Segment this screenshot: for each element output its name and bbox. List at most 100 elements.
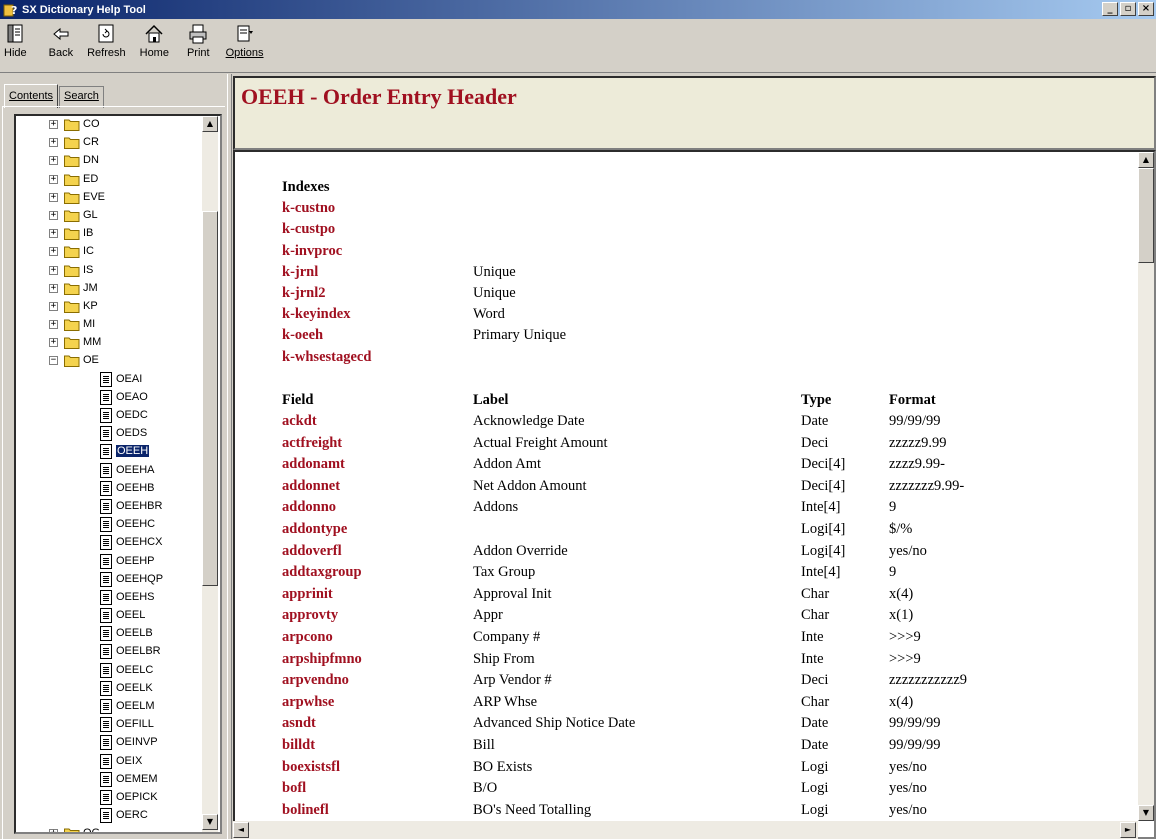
- back-label: Back: [48, 47, 74, 59]
- tree-topic[interactable]: OEAO: [16, 389, 206, 407]
- tree-folder[interactable]: + MM: [16, 334, 206, 352]
- field-format: yes/no: [889, 542, 927, 559]
- expand-icon[interactable]: +: [49, 301, 58, 311]
- index-name: k-jrnl: [282, 263, 319, 280]
- tree-topic[interactable]: OEEHP: [16, 553, 206, 571]
- hide-label: Hide: [4, 47, 27, 59]
- tree-topic[interactable]: OEFILL: [16, 716, 206, 734]
- tree-topic[interactable]: OEAI: [16, 371, 206, 389]
- tree-topic[interactable]: OEPICK: [16, 789, 206, 807]
- tree-topic[interactable]: OEDC: [16, 407, 206, 425]
- expand-icon[interactable]: +: [49, 283, 58, 293]
- expand-icon[interactable]: +: [49, 338, 58, 348]
- tree-folder[interactable]: + IB: [16, 225, 206, 243]
- tree-folder[interactable]: + IC: [16, 243, 206, 261]
- tree-scroll-thumb[interactable]: [202, 211, 218, 586]
- tree-topic[interactable]: OEMEM: [16, 771, 206, 789]
- topic-page-icon: [100, 408, 112, 423]
- expand-icon[interactable]: +: [49, 138, 58, 148]
- index-name: k-oeeh: [282, 327, 324, 344]
- field-name: arpshipfmno: [282, 650, 362, 667]
- folder-icon: [64, 174, 80, 186]
- field-format: zzzzzzzzzzz9: [889, 672, 968, 689]
- maximize-button[interactable]: ▫: [1120, 2, 1136, 16]
- expand-icon[interactable]: +: [49, 229, 58, 239]
- tree-topic[interactable]: OEELB: [16, 625, 206, 643]
- tree-folder[interactable]: + DN: [16, 152, 206, 170]
- expand-icon[interactable]: +: [49, 320, 58, 330]
- collapse-icon[interactable]: −: [49, 356, 58, 366]
- tree-folder[interactable]: + OG: [16, 825, 206, 832]
- expand-icon[interactable]: +: [49, 210, 58, 220]
- tree-topic[interactable]: OEDS: [16, 425, 206, 443]
- tree-topic[interactable]: OEEHS: [16, 589, 206, 607]
- tree-topic[interactable]: OEEHBR: [16, 498, 206, 516]
- content-scroll-down-button[interactable]: ▼: [1138, 805, 1154, 821]
- field-format: zzzzzzz9.99-: [889, 477, 965, 494]
- tree-topic-label: OEEL: [116, 609, 146, 622]
- tree-folder[interactable]: + CO: [16, 116, 206, 134]
- tree-folder[interactable]: − OE: [16, 352, 206, 370]
- tab-contents[interactable]: Contents: [4, 84, 59, 108]
- hide-button[interactable]: Hide: [4, 21, 27, 59]
- tree-topic[interactable]: OEEHCX: [16, 534, 206, 552]
- expand-icon[interactable]: +: [49, 265, 58, 275]
- tree-folder[interactable]: + GL: [16, 207, 206, 225]
- folder-icon: [64, 155, 80, 168]
- expand-icon[interactable]: +: [49, 247, 58, 257]
- expand-icon[interactable]: +: [49, 192, 58, 202]
- tree-topic[interactable]: OEELBR: [16, 643, 206, 661]
- close-button[interactable]: ×: [1138, 2, 1154, 16]
- tree-topic[interactable]: OEEH: [16, 443, 206, 461]
- tree-folder[interactable]: + EVE: [16, 189, 206, 207]
- tree-topic[interactable]: OEINVP: [16, 734, 206, 752]
- topic-page-icon: [100, 699, 112, 714]
- field-name: asndt: [282, 715, 316, 732]
- tree-scrollbar[interactable]: ▲ ▼: [202, 116, 218, 832]
- expand-icon[interactable]: +: [49, 120, 58, 129]
- tree-folder[interactable]: + CR: [16, 134, 206, 152]
- tree-folder-label: EVE: [83, 190, 106, 203]
- content-scrollbar[interactable]: ▲ ▼: [1138, 152, 1154, 821]
- field-type: Logi[4]: [801, 542, 846, 559]
- tree-topic[interactable]: OEEHQP: [16, 571, 206, 589]
- tree-topic-label: OEINVP: [116, 736, 158, 749]
- tree-folder[interactable]: + IS: [16, 262, 206, 280]
- content-scroll-thumb[interactable]: [1138, 168, 1154, 263]
- expand-icon[interactable]: +: [49, 829, 58, 832]
- tree-folder[interactable]: + KP: [16, 298, 206, 316]
- tree-topic[interactable]: OERC: [16, 807, 206, 825]
- pane-splitter[interactable]: [227, 74, 232, 839]
- tree-topic[interactable]: OEEHB: [16, 480, 206, 498]
- open-folder-icon: [64, 355, 80, 368]
- tree-folder[interactable]: + JM: [16, 280, 206, 298]
- content-scroll-up-button[interactable]: ▲: [1138, 152, 1154, 168]
- content-scroll-right-button[interactable]: ►: [1120, 822, 1136, 838]
- print-button[interactable]: Print: [187, 21, 210, 59]
- home-button[interactable]: Home: [140, 21, 169, 59]
- field-name: bofl: [282, 780, 307, 797]
- tree-topic[interactable]: OEEHC: [16, 516, 206, 534]
- tab-search[interactable]: Search: [59, 86, 104, 108]
- tree-topic[interactable]: OEELK: [16, 680, 206, 698]
- tree-topic[interactable]: OEIX: [16, 753, 206, 771]
- tree-folder[interactable]: + MI: [16, 316, 206, 334]
- tree-folder-label: OE: [83, 354, 99, 367]
- content-hscrollbar[interactable]: ◄ ►: [233, 821, 1138, 839]
- expand-icon[interactable]: +: [49, 156, 58, 166]
- content-scroll-left-button[interactable]: ◄: [233, 822, 249, 838]
- topic-page-icon: [100, 589, 112, 605]
- tree-topic[interactable]: OEELM: [16, 698, 206, 716]
- tree-topic[interactable]: OEEL: [16, 607, 206, 625]
- tree-topic[interactable]: OEELC: [16, 662, 206, 680]
- minimize-button[interactable]: _: [1102, 2, 1118, 16]
- folder-icon: [64, 337, 80, 350]
- expand-icon[interactable]: +: [49, 174, 58, 184]
- tree-scroll-up-button[interactable]: ▲: [202, 116, 218, 132]
- back-button[interactable]: Back: [49, 21, 73, 59]
- tree-topic[interactable]: OEEHA: [16, 462, 206, 480]
- options-button[interactable]: Options: [226, 21, 264, 59]
- refresh-button[interactable]: Refresh: [87, 21, 126, 59]
- tree-scroll-down-button[interactable]: ▼: [202, 814, 218, 830]
- tree-folder[interactable]: + ED: [16, 171, 206, 189]
